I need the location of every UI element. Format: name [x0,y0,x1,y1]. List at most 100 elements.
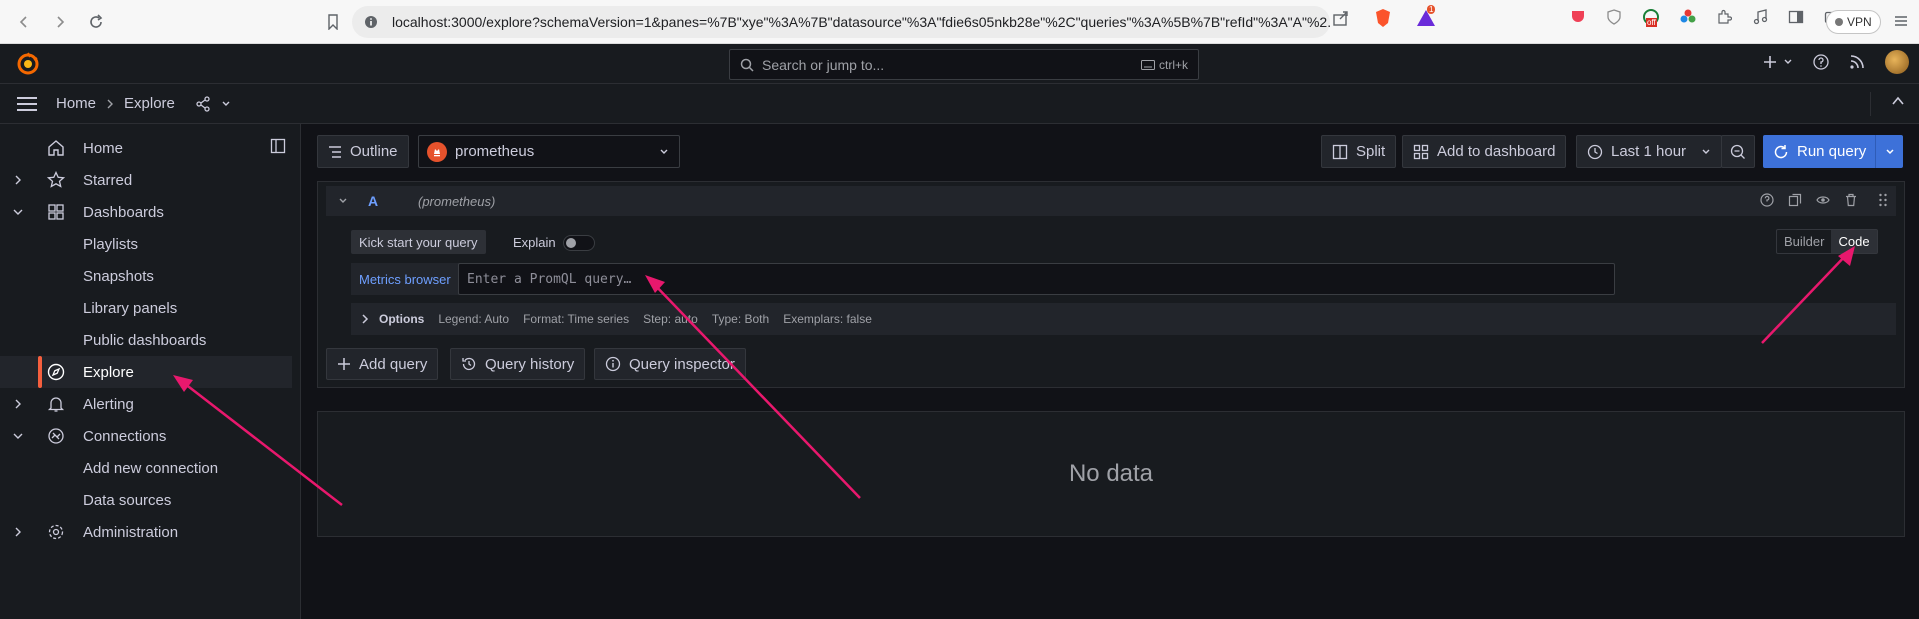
sidebar-item-home[interactable]: Home [0,132,292,164]
eye-icon[interactable] [1816,193,1830,207]
forward-icon[interactable] [44,6,76,38]
sidebar-item-label: Connections [83,427,167,445]
extension-shield-icon[interactable] [1606,9,1622,25]
address-bar[interactable]: localhost:3000/explore?schemaVersion=1&p… [352,6,1330,38]
code-mode-button[interactable]: Code [1831,230,1877,253]
sidebar-item-explore[interactable]: Explore [0,356,292,388]
browser-menu-icon[interactable] [1894,14,1908,28]
sidebar-item-data-sources[interactable]: Data sources [0,484,292,516]
collapse-header-icon[interactable] [1891,94,1905,108]
sidebar-item-starred[interactable]: Starred [0,164,292,196]
share-link-icon[interactable] [195,95,211,112]
editor-mode-switch: Builder Code [1776,229,1878,254]
add-to-dashboard-button[interactable]: Add to dashboard [1402,135,1567,168]
star-icon [47,171,65,189]
share-icon[interactable] [1332,9,1350,27]
sidebar-item-connections[interactable]: Connections [0,420,292,452]
sidebar-item-add-new-connection[interactable]: Add new connection [0,452,292,484]
zoom-out-button[interactable] [1721,135,1755,168]
sidebar-item-dashboards[interactable]: Dashboards [0,196,292,228]
reload-icon[interactable] [80,6,112,38]
sidebar-item-label: Home [83,139,124,157]
help-icon[interactable] [1813,54,1829,70]
drag-handle-icon[interactable] [1878,193,1888,207]
grafana-topnav: Search or jump to... ctrl+k [0,44,1919,84]
run-query-button[interactable]: Run query [1763,135,1903,168]
duplicate-icon[interactable] [1788,193,1802,207]
news-rss-icon[interactable] [1849,54,1865,70]
sidebar-item-label: Starred [83,171,133,189]
sidebar-item-label: Explore [83,363,134,381]
metrics-browser-button[interactable]: Metrics browser [351,263,473,295]
vpn-label: VPN [1847,15,1872,29]
query-ref-id[interactable]: A [368,193,378,209]
search-input[interactable]: Search or jump to... ctrl+k [729,49,1199,80]
vpn-status-icon [1835,18,1843,26]
sidebar-item-alerting[interactable]: Alerting [0,388,292,420]
query-options-row[interactable]: Options Legend: Auto Format: Time series… [351,303,1896,335]
pocket-icon[interactable] [1570,9,1586,25]
extension-off-icon[interactable]: off [1642,8,1660,27]
kick-start-query-button[interactable]: Kick start your query [351,230,486,254]
explain-label: Explain [513,235,556,250]
run-query-dropdown[interactable] [1875,135,1903,168]
explain-toggle[interactable] [563,235,595,251]
promql-query-input[interactable]: Enter a PromQL query… [458,263,1615,295]
builder-mode-button[interactable]: Builder [1777,230,1831,253]
extensions-icon[interactable] [1716,9,1732,25]
time-range-picker[interactable]: Last 1 hour [1576,135,1722,168]
help-icon[interactable] [1760,193,1774,207]
query-inspector-button[interactable]: Query inspector [594,348,746,380]
zoom-out-icon [1730,144,1746,160]
clock-icon [1587,144,1603,160]
sidebar-item-public-dashboards[interactable]: Public dashboards [0,324,292,356]
time-range-label: Last 1 hour [1611,143,1687,160]
datasource-picker[interactable]: prometheus [418,135,680,168]
query-inspector-label: Query inspector [629,355,735,373]
sidebar-item-label: Alerting [83,395,134,413]
collapse-chevron-icon[interactable] [13,207,25,217]
brave-shield-icon[interactable] [1374,8,1392,28]
back-icon[interactable] [8,6,40,38]
sidebar-item-label: Playlists [83,235,139,253]
results-panel: No data [317,411,1905,537]
query-row-header: A (prometheus) [326,186,1896,216]
outline-button[interactable]: Outline [317,135,409,168]
expand-chevron-icon[interactable] [13,527,25,537]
vpn-button[interactable]: VPN [1826,10,1881,34]
datasource-name: prometheus [455,143,535,160]
color-picker-icon[interactable] [1680,9,1696,25]
keyboard-icon [1140,59,1155,70]
sidebar-item-snapshots[interactable]: Snapshots [0,260,292,292]
trash-icon[interactable] [1844,193,1858,207]
run-query-main[interactable]: Run query [1763,143,1875,160]
sidebar-item-label: Public dashboards [83,331,207,349]
brave-rewards-icon[interactable]: 1 [1416,5,1436,27]
sidebar-item-administration[interactable]: Administration [0,516,292,548]
expand-chevron-icon[interactable] [13,175,25,185]
metrics-browser-label: Metrics browser [359,271,451,287]
bookmark-icon[interactable] [317,6,349,38]
sidebar-item-playlists[interactable]: Playlists [0,228,292,260]
sidebar-toggle-icon[interactable] [1788,9,1804,25]
compass-icon [47,363,65,381]
menu-toggle-icon[interactable] [16,96,38,112]
add-query-button[interactable]: Add query [326,348,439,380]
share-dropdown-icon[interactable] [221,99,231,109]
collapse-query-icon[interactable] [338,196,348,206]
user-avatar[interactable] [1885,50,1909,74]
expand-chevron-icon[interactable] [13,399,25,409]
cog-icon [47,523,65,541]
sidebar-item-library-panels[interactable]: Library panels [0,292,292,324]
breadcrumb-home[interactable]: Home [56,95,96,112]
collapse-chevron-icon[interactable] [13,431,25,441]
grafana-logo-icon[interactable] [16,52,40,76]
new-menu-button[interactable] [1763,55,1793,69]
refresh-icon [1773,144,1789,160]
query-history-button[interactable]: Query history [450,348,586,380]
media-icon[interactable] [1752,9,1768,25]
search-icon [740,58,754,72]
split-button[interactable]: Split [1321,135,1397,168]
divider [1870,92,1871,116]
site-info-icon[interactable] [364,15,378,29]
